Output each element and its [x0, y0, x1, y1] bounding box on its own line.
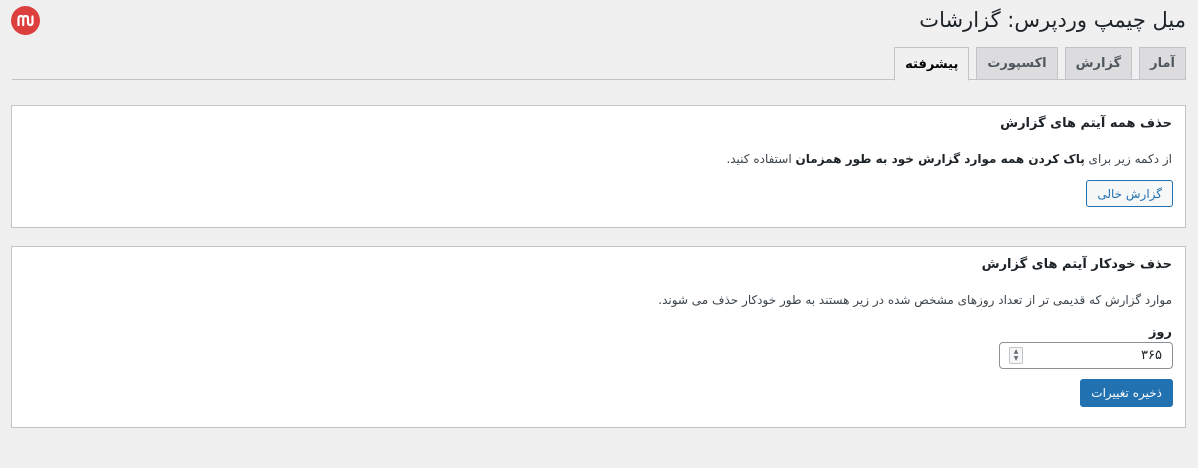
page-title: میل چیمپ وردپرس: گزارشات [919, 8, 1186, 32]
clear-log-title: حذف همه آیتم های گزارش [1000, 116, 1172, 131]
days-field-label: روز [1148, 325, 1172, 340]
auto-delete-title: حذف خودکار آیتم های گزارش [981, 257, 1172, 272]
auto-delete-panel: حذف خودکار آیتم های گزارش موارد گزارش که… [11, 246, 1186, 428]
tab-stats[interactable]: آمار [1139, 47, 1186, 80]
clear-log-desc-before: از دکمه زیر برای [1084, 152, 1172, 166]
settings-page: میل چیمپ وردپرس: گزارشات آمار گزارش اکسپ… [0, 0, 1198, 468]
clear-log-panel: حذف همه آیتم های گزارش از دکمه زیر برای … [11, 105, 1186, 228]
clear-log-desc-bold: پاک کردن همه موارد گزارش خود به طور همزم… [795, 152, 1085, 166]
tab-report[interactable]: گزارش [1064, 47, 1133, 80]
clear-log-desc-after: استفاده کنید. [726, 152, 796, 166]
spinner-down-icon[interactable]: ▼ [1014, 356, 1019, 362]
tab-export[interactable]: اکسپورت [976, 47, 1058, 80]
auto-delete-description: موارد گزارش که قدیمی تر از تعداد روزهای … [658, 293, 1172, 307]
clear-log-description: از دکمه زیر برای پاک کردن همه موارد گزار… [726, 152, 1172, 166]
number-spinner[interactable]: ▲ ▼ [1009, 347, 1023, 364]
mailchimp-logo-icon [11, 6, 40, 35]
days-input-value: ۳۶۵ [1141, 348, 1162, 363]
days-input[interactable]: ۳۶۵ ▲ ▼ [999, 342, 1173, 369]
tab-bar: آمار گزارش اکسپورت پیشرفته [12, 46, 1186, 81]
tab-advanced[interactable]: پیشرفته [894, 47, 970, 81]
save-changes-button[interactable]: ذخیره تغییرات [1080, 379, 1173, 407]
empty-log-button[interactable]: گزارش خالی [1086, 180, 1173, 207]
